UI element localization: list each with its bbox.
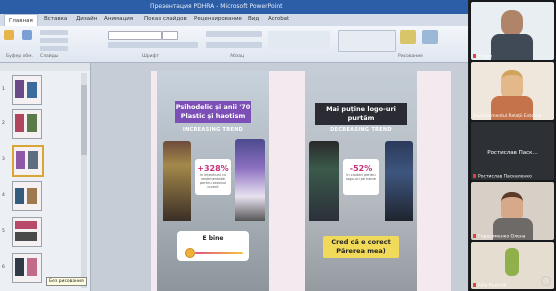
- participant-tile[interactable]: Ростислав Паск... Ростислав Паскаленко: [471, 122, 554, 180]
- stat-value: -52%: [349, 164, 373, 173]
- tab-insert[interactable]: Вставка: [44, 16, 67, 22]
- participant-display-name: Ростислав Паск...: [487, 150, 538, 156]
- participants-panel: Eugen Departamentul Relații Externe Рост…: [469, 0, 556, 291]
- window-title: Презентация PDHRA - Microsoft PowerPoint: [150, 3, 283, 10]
- slide-canvas: Psihodelic și anii '70 Plastic și haotis…: [91, 63, 468, 291]
- participant-name: Eugen: [473, 53, 492, 59]
- participant-name: Ростислав Паскаленко: [473, 173, 532, 179]
- right-headline: Mai puține logo-uri purtăm: [315, 103, 407, 125]
- slides-panel-header: [0, 63, 90, 71]
- avatar: [501, 10, 523, 36]
- participant-tile[interactable]: Герасименко Олена: [471, 182, 554, 240]
- paste-icon[interactable]: [4, 30, 14, 40]
- tab-animation[interactable]: Анимация: [104, 16, 133, 22]
- slides-scrollbar[interactable]: [81, 73, 87, 288]
- avatar: [505, 248, 519, 276]
- slide-thumbnail[interactable]: [12, 217, 42, 247]
- poll-question: E bine: [202, 235, 224, 242]
- reset-button[interactable]: [40, 38, 68, 43]
- right-story-card: Mai puține logo-uri purtăm DECREASING TR…: [305, 71, 417, 291]
- scrollbar-thumb[interactable]: [81, 85, 87, 155]
- model-figure: [163, 141, 191, 221]
- quick-styles-icon[interactable]: [422, 30, 438, 44]
- model-figure: [235, 139, 265, 221]
- trend-label: DECREASING TREND: [330, 127, 392, 133]
- model-figure: [309, 141, 339, 221]
- answer-caption: Cred că e corect Părerea mea): [323, 236, 399, 258]
- tab-acrobat[interactable]: Acrobat: [268, 16, 289, 22]
- text-direction-buttons[interactable]: [268, 31, 330, 49]
- tab-design[interactable]: Дизайн: [76, 16, 97, 22]
- slide-number: 5: [2, 229, 5, 234]
- tab-review[interactable]: Рецензирование: [194, 16, 242, 22]
- stat-caption: in intentiuni cu vestimentatie pentru se…: [199, 173, 227, 189]
- tooltip: Без рисования: [46, 277, 87, 286]
- model-figure: [385, 141, 413, 221]
- slide-number: 3: [2, 157, 5, 162]
- participant-name: Iulia Radulsk: [473, 282, 507, 288]
- mic-off-icon: [473, 173, 476, 178]
- stat-card: +328% in intentiuni cu vestimentatie pen…: [195, 159, 231, 195]
- participant-tile[interactable]: Eugen: [471, 2, 554, 60]
- mic-off-icon: [473, 233, 476, 238]
- mic-off-icon: [473, 282, 476, 287]
- current-slide[interactable]: Psihodelic și anii '70 Plastic și haotis…: [151, 71, 451, 291]
- layout-button[interactable]: [40, 30, 68, 35]
- delete-button[interactable]: [40, 46, 68, 51]
- poll-slider[interactable]: E bine: [177, 231, 249, 261]
- group-clipboard-label: Буфер обм.: [6, 54, 34, 59]
- group-paragraph-label: Абзац: [230, 54, 245, 59]
- ribbon: Буфер обм. Слайды Шрифт Абзац Рисование: [0, 26, 468, 63]
- emoji-icon: [185, 248, 195, 258]
- participant-tile[interactable]: Departamentul Relații Externe: [471, 62, 554, 120]
- slide-number: 1: [2, 87, 5, 92]
- stat-card: -52% in cautari pentru logo-uri pe haine: [343, 159, 379, 195]
- slide-number: 2: [2, 121, 5, 126]
- answer-line: Părerea mea): [336, 247, 386, 255]
- slide-thumbnail[interactable]: [12, 253, 42, 283]
- font-format-buttons[interactable]: [108, 42, 198, 48]
- slide-thumbnail-selected[interactable]: [12, 145, 44, 177]
- group-drawing-label: Рисование: [398, 54, 423, 59]
- align-buttons[interactable]: [206, 42, 262, 48]
- answer-line: Cred că e corect: [331, 238, 391, 246]
- window-titlebar: Презентация PDHRA - Microsoft PowerPoint: [0, 0, 468, 14]
- participant-tile[interactable]: Iulia Radulsk: [471, 242, 554, 289]
- slide-thumbnail[interactable]: [12, 181, 42, 211]
- group-slides-label: Слайды: [40, 54, 59, 59]
- left-story-card: Psihodelic și anii '70 Plastic și haotis…: [157, 71, 269, 291]
- font-size-field[interactable]: [162, 31, 178, 40]
- slide-number: 6: [2, 265, 5, 270]
- group-font-label: Шрифт: [142, 54, 160, 59]
- arrange-icon[interactable]: [400, 30, 416, 44]
- font-name-field[interactable]: [108, 31, 162, 40]
- trend-label: INCREASING TREND: [182, 127, 244, 133]
- left-headline: Psihodelic și anii '70 Plastic și haotis…: [175, 101, 251, 123]
- slides-panel: 1 2 3 4 5 6: [0, 63, 91, 291]
- slider-track[interactable]: [195, 252, 243, 254]
- stat-value: +328%: [197, 164, 229, 173]
- new-slide-icon[interactable]: [22, 30, 32, 40]
- slide-thumbnail[interactable]: [12, 75, 42, 105]
- paragraph-buttons[interactable]: [206, 31, 262, 37]
- stat-caption: in cautari pentru logo-uri pe haine: [346, 173, 376, 181]
- participant-name: Departamentul Relații Externe: [473, 114, 542, 119]
- headline-line: Psihodelic și anii '70: [175, 103, 251, 111]
- slide-thumbnail[interactable]: [12, 109, 42, 139]
- expand-icon[interactable]: [541, 276, 551, 286]
- shapes-gallery[interactable]: [338, 30, 396, 52]
- tab-view[interactable]: Вид: [248, 16, 259, 22]
- tab-slideshow[interactable]: Показ слайдов: [144, 16, 187, 22]
- slide-number: 4: [2, 193, 5, 198]
- participant-name: Герасименко Олена: [473, 233, 525, 239]
- headline-line: Plastic și haotism: [180, 112, 246, 120]
- mic-off-icon: [473, 53, 476, 58]
- shared-screen: Презентация PDHRA - Microsoft PowerPoint…: [0, 0, 468, 291]
